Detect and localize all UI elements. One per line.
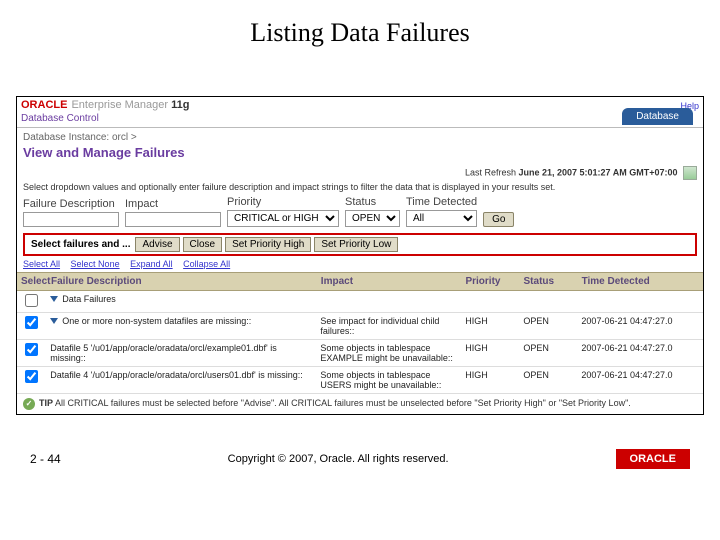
row-status: OPEN [519,313,577,329]
row-impact: Some objects in tablespace USERS might b… [316,367,461,393]
tab-database[interactable]: Database [622,108,693,125]
filter-hint: Select dropdown values and optionally en… [17,182,703,196]
refresh-timestamp: June 21, 2007 5:01:27 AM GMT+07:00 [518,167,677,177]
product-version: 11g [171,99,189,111]
filter-impact-label: Impact [125,198,221,210]
row-status [519,291,577,297]
row-priority: HIGH [461,313,519,329]
table-row: Datafile 4 '/u01/app/oracle/oradata/orcl… [17,367,703,394]
filter-priority-select[interactable]: CRITICAL or HIGH [227,210,339,227]
page-heading-block: Database Instance: orcl > View and Manag… [17,128,703,164]
page-number: 2 - 44 [30,452,61,466]
row-impact [316,291,461,297]
filter-desc-input[interactable] [23,212,119,227]
row-time [577,291,703,297]
row-checkbox[interactable] [25,343,38,356]
tip-text: All CRITICAL failures must be selected b… [55,398,631,408]
collapse-all-link[interactable]: Collapse All [183,259,230,269]
filter-status-label: Status [345,196,400,208]
refresh-label: Last Refresh [465,167,516,177]
row-status: OPEN [519,340,577,356]
go-button[interactable]: Go [483,212,514,227]
breadcrumb[interactable]: Database Instance: orcl > [23,132,697,143]
failures-table: Select Failure Description Impact Priori… [17,272,703,394]
row-status: OPEN [519,367,577,383]
refresh-icon[interactable] [683,166,697,180]
filter-status-select[interactable]: OPEN [345,210,400,227]
filter-priority-label: Priority [227,196,339,208]
filter-impact-input[interactable] [125,212,221,227]
actions-bar: Select failures and ... Advise Close Set… [23,233,697,256]
table-row: Datafile 5 '/u01/app/oracle/oradata/orcl… [17,340,703,367]
row-time: 2007-06-21 04:47:27.0 [577,340,703,356]
app-window: ORACLE Enterprise Manager 11g Help Datab… [16,96,704,415]
filter-time-select[interactable]: All [406,210,477,227]
footer-oracle-logo: ORACLE [616,449,690,469]
selection-links: Select All Select None Expand All Collap… [17,256,703,272]
breadcrumb-text: Database Instance: orcl > [23,132,137,143]
tip-row: ✓ TIP All CRITICAL failures must be sele… [17,394,703,414]
actions-prefix: Select failures and ... [31,239,130,250]
close-button[interactable]: Close [183,237,223,252]
tip-icon: ✓ [23,398,35,410]
sub-header: Database Control Database [17,113,703,128]
row-time: 2007-06-21 04:47:27.0 [577,313,703,329]
col-priority: Priority [461,273,519,290]
row-impact: Some objects in tablespace EXAMPLE might… [316,340,461,366]
col-select: Select [17,273,47,290]
expand-icon[interactable] [50,296,58,302]
copyright: Copyright © 2007, Oracle. All rights res… [61,453,616,465]
row-priority: HIGH [461,367,519,383]
expand-icon[interactable] [50,318,58,324]
col-status: Status [520,273,578,290]
filter-time-label: Time Detected [406,196,477,208]
row-desc: Datafile 5 '/u01/app/oracle/oradata/orcl… [50,343,312,363]
row-time: 2007-06-21 04:47:27.0 [577,367,703,383]
table-row: One or more non-system datafiles are mis… [17,313,703,340]
row-priority [461,291,519,297]
col-desc: Failure Description [47,273,317,290]
slide-footer: 2 - 44 Copyright © 2007, Oracle. All rig… [0,423,720,479]
page-title: View and Manage Failures [23,145,697,160]
select-none-link[interactable]: Select None [71,259,120,269]
oracle-logo: ORACLE [21,99,67,111]
last-refresh: Last Refresh June 21, 2007 5:01:27 AM GM… [17,164,703,182]
select-all-link[interactable]: Select All [23,259,60,269]
set-priority-high-button[interactable]: Set Priority High [225,237,311,252]
filter-desc-label: Failure Description [23,198,119,210]
set-priority-low-button[interactable]: Set Priority Low [314,237,398,252]
row-checkbox[interactable] [25,294,38,307]
col-impact: Impact [317,273,462,290]
table-row: Data Failures [17,291,703,313]
slide-title: Listing Data Failures [0,0,720,56]
row-checkbox[interactable] [25,370,38,383]
db-control-label: Database Control [21,113,99,124]
row-checkbox[interactable] [25,316,38,329]
filter-row: Failure Description Impact Priority CRITI… [17,196,703,233]
advise-button[interactable]: Advise [135,237,179,252]
table-header: Select Failure Description Impact Priori… [17,272,703,291]
tip-label: TIP [39,398,53,408]
row-priority: HIGH [461,340,519,356]
row-desc: Datafile 4 '/u01/app/oracle/oradata/orcl… [50,370,303,380]
row-desc: Data Failures [62,294,116,304]
row-desc: One or more non-system datafiles are mis… [62,316,251,326]
product-name: Enterprise Manager [71,99,168,111]
expand-all-link[interactable]: Expand All [130,259,173,269]
row-impact: See impact for individual child failures… [316,313,461,339]
table-body: Data Failures One or more non-system data… [17,291,703,394]
col-time: Time Detected [578,273,703,290]
